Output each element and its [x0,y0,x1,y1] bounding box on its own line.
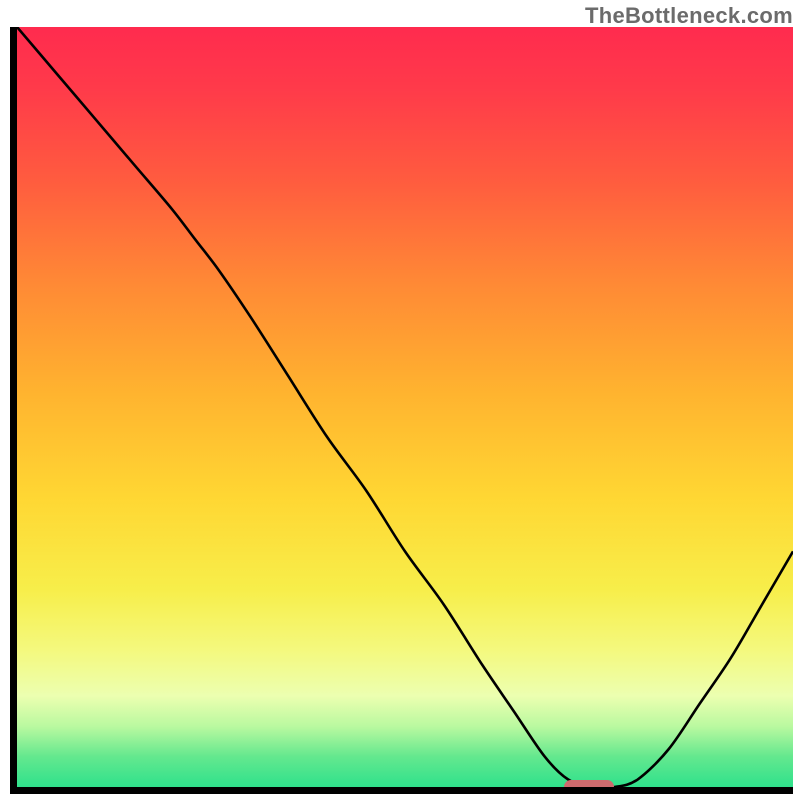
chart-axes-frame [10,27,793,794]
watermark-text: TheBottleneck.com [585,3,793,29]
